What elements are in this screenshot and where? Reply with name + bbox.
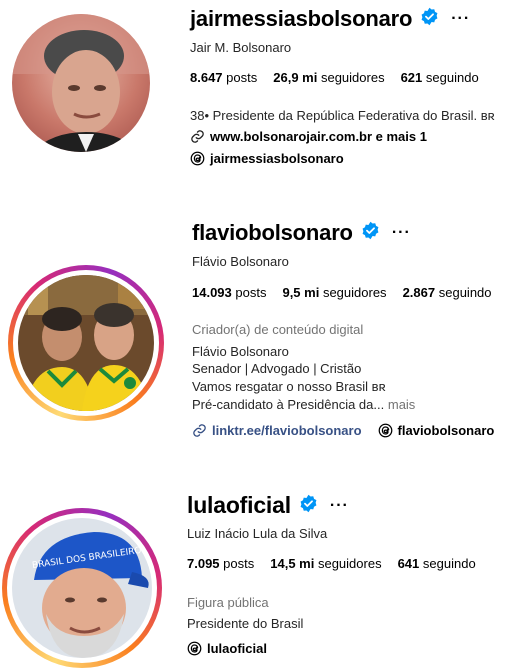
profile-stats: 14.093 posts 9,5 mi seguidores 2.867 seg… bbox=[192, 285, 508, 300]
followers-label: seguidores bbox=[322, 285, 387, 300]
more-options-icon[interactable]: ··· bbox=[392, 224, 411, 242]
verified-badge-icon bbox=[420, 7, 439, 31]
posts-label: posts bbox=[235, 285, 267, 300]
following-count: 641 bbox=[397, 556, 420, 571]
verified-badge-icon bbox=[299, 494, 318, 518]
threads-icon bbox=[187, 641, 202, 656]
followers-count: 14,5 mi bbox=[270, 556, 315, 571]
bio-line-truncated: Pré-candidato à Presidência da... mais bbox=[192, 397, 415, 412]
bio-line: Senador | Advogado | Cristão bbox=[192, 361, 362, 376]
profile-avatar[interactable] bbox=[18, 275, 154, 411]
posts-count: 14.093 bbox=[192, 285, 232, 300]
followers-stat[interactable]: 26,9 mi seguidores bbox=[273, 70, 384, 85]
threads-icon bbox=[190, 151, 205, 166]
bio-line: 38• Presidente da República Federativa d… bbox=[190, 108, 495, 123]
posts-count: 7.095 bbox=[187, 556, 220, 571]
profile-full-name: Jair M. Bolsonaro bbox=[190, 40, 292, 55]
followers-count: 26,9 mi bbox=[273, 70, 318, 85]
threads-link[interactable]: lulaoficial bbox=[187, 641, 267, 656]
profile-full-name: Flávio Bolsonaro bbox=[192, 254, 289, 269]
posts-stat: 14.093 posts bbox=[192, 285, 266, 300]
link-text[interactable]: linktr.ee/flaviobolsonaro bbox=[212, 423, 362, 438]
following-count: 621 bbox=[400, 70, 423, 85]
profile-username[interactable]: flaviobolsonaro bbox=[192, 220, 353, 246]
bio-line: Vamos resgatar o nosso Brasil ʙʀ bbox=[192, 379, 386, 394]
bio-line: Presidente do Brasil bbox=[187, 616, 304, 631]
username-row: jairmessiasbolsonaro ··· bbox=[190, 6, 470, 32]
following-count: 2.867 bbox=[402, 285, 436, 300]
external-link[interactable]: linktr.ee/flaviobolsonaro flaviobolsonar… bbox=[192, 423, 494, 438]
bio-line: Pré-candidato à Presidência da... bbox=[192, 397, 385, 412]
posts-stat: 7.095 posts bbox=[187, 556, 254, 571]
posts-label: posts bbox=[223, 556, 255, 571]
more-options-icon[interactable]: ··· bbox=[330, 497, 349, 515]
posts-count: 8.647 bbox=[190, 70, 223, 85]
username-row: lulaoficial ··· bbox=[187, 492, 349, 519]
threads-handle[interactable]: lulaoficial bbox=[207, 641, 267, 656]
profile-username[interactable]: jairmessiasbolsonaro bbox=[190, 6, 412, 32]
link-icon bbox=[192, 423, 207, 438]
profile-card-lula: BRASIL DOS BRASILEIROS lulaoficial ··· L… bbox=[0, 480, 510, 671]
username-row: flaviobolsonaro ··· bbox=[192, 220, 411, 246]
threads-handle[interactable]: flaviobolsonaro bbox=[398, 423, 495, 438]
followers-label: seguidores bbox=[317, 556, 382, 571]
threads-handle[interactable]: jairmessiasbolsonaro bbox=[210, 151, 344, 166]
posts-label: posts bbox=[226, 70, 258, 85]
profile-card-jair: jairmessiasbolsonaro ··· Jair M. Bolsona… bbox=[0, 0, 510, 190]
profile-username[interactable]: lulaoficial bbox=[187, 492, 291, 519]
profile-avatar[interactable]: BRASIL DOS BRASILEIROS bbox=[12, 518, 152, 658]
external-link[interactable]: www.bolsonarojair.com.br e mais 1 bbox=[190, 129, 427, 144]
following-stat[interactable]: 2.867 seguindo bbox=[403, 285, 492, 300]
following-stat[interactable]: 621 seguindo bbox=[401, 70, 479, 85]
following-label: seguindo bbox=[425, 70, 479, 85]
following-stat[interactable]: 641 seguindo bbox=[398, 556, 476, 571]
following-label: seguindo bbox=[422, 556, 476, 571]
profile-stats: 7.095 posts 14,5 mi seguidores 641 segui… bbox=[187, 556, 492, 571]
profile-category: Criador(a) de conteúdo digital bbox=[192, 322, 364, 337]
profile-card-flavio: flaviobolsonaro ··· Flávio Bolsonaro 14.… bbox=[0, 210, 510, 450]
posts-stat: 8.647 posts bbox=[190, 70, 257, 85]
link-text[interactable]: www.bolsonarojair.com.br e mais 1 bbox=[210, 129, 427, 144]
profile-stats: 8.647 posts 26,9 mi seguidores 621 segui… bbox=[190, 70, 495, 85]
more-options-icon[interactable]: ··· bbox=[451, 10, 470, 28]
profile-category: Figura pública bbox=[187, 595, 269, 610]
followers-count: 9,5 mi bbox=[282, 285, 320, 300]
threads-link[interactable]: jairmessiasbolsonaro bbox=[190, 151, 344, 166]
followers-stat[interactable]: 9,5 mi seguidores bbox=[282, 285, 386, 300]
link-icon bbox=[190, 129, 205, 144]
bio-more-button[interactable]: mais bbox=[388, 397, 415, 412]
bio-line: Flávio Bolsonaro bbox=[192, 344, 289, 359]
followers-label: seguidores bbox=[320, 70, 385, 85]
verified-badge-icon bbox=[361, 221, 380, 245]
profile-avatar[interactable] bbox=[12, 14, 150, 152]
following-label: seguindo bbox=[438, 285, 492, 300]
profile-full-name: Luiz Inácio Lula da Silva bbox=[187, 526, 328, 541]
threads-icon bbox=[378, 423, 393, 438]
followers-stat[interactable]: 14,5 mi seguidores bbox=[270, 556, 381, 571]
